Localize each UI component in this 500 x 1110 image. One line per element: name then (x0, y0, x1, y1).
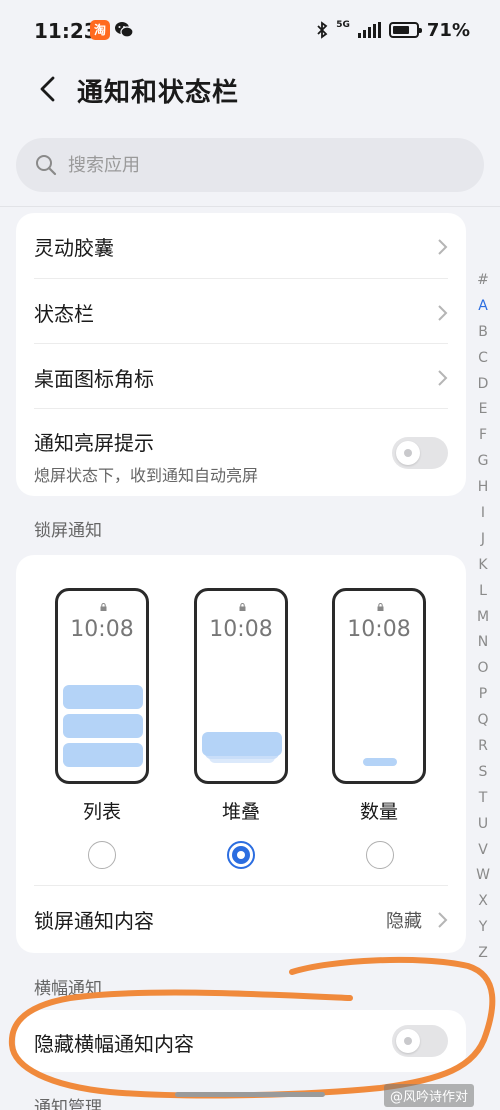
alphabet-index-letter[interactable]: A (472, 294, 494, 320)
page-title: 通知和状态栏 (77, 78, 240, 108)
lock-icon (239, 603, 246, 611)
count-style-preview[interactable]: 10:08 (332, 588, 426, 784)
alphabet-index-letter[interactable]: H (472, 475, 494, 501)
signal-icon (357, 22, 381, 38)
toggle-knob (396, 441, 420, 465)
section-label-lock-screen: 锁屏通知 (34, 521, 102, 541)
divider (34, 885, 448, 886)
notification-wake-toggle[interactable] (392, 437, 448, 469)
hide-banner-content-toggle[interactable] (392, 1025, 448, 1057)
alphabet-index-letter[interactable]: D (472, 372, 494, 398)
status-right: 5G 71% (316, 19, 470, 41)
battery-fill (392, 26, 409, 34)
mock-clock: 10:08 (347, 617, 411, 642)
alphabet-index-letter[interactable]: L (472, 579, 494, 605)
status-bar-row[interactable]: 状态栏 (34, 298, 448, 328)
divider (34, 408, 448, 409)
alphabet-index-letter[interactable]: U (472, 812, 494, 838)
row-label: 灵动胶囊 (34, 236, 114, 260)
dynamic-capsule-row[interactable]: 灵动胶囊 (34, 232, 448, 262)
stack-style-preview[interactable]: 10:08 (194, 588, 288, 784)
row-subtitle: 熄屏状态下，收到通知自动亮屏 (34, 466, 259, 485)
notification-count-bar (363, 758, 397, 766)
alphabet-index-letter[interactable]: Q (472, 708, 494, 734)
hide-banner-content-row: 隐藏横幅通知内容 (34, 1025, 448, 1058)
search-bar[interactable] (16, 138, 484, 192)
search-input[interactable] (68, 150, 448, 180)
home-indicator[interactable] (175, 1092, 325, 1097)
notification-bar (63, 743, 143, 767)
notification-wake-row: 通知亮屏提示 熄屏状态下，收到通知自动亮屏 (34, 427, 448, 485)
chevron-right-icon (438, 239, 448, 255)
section-label-banner: 横幅通知 (34, 979, 102, 999)
lock-icon (100, 603, 107, 611)
radio-stack[interactable] (227, 841, 255, 869)
alphabet-index-letter[interactable]: F (472, 423, 494, 449)
toggle-knob (396, 1029, 420, 1053)
mock-clock: 10:08 (209, 617, 273, 642)
alphabet-index-letter[interactable]: K (472, 553, 494, 579)
row-label: 通知亮屏提示 (34, 431, 154, 455)
lock-icon (377, 603, 384, 611)
lock-screen-content-row[interactable]: 锁屏通知内容 隐藏 (34, 905, 448, 935)
settings-card: 灵动胶囊 状态栏 桌面图标角标 通知亮屏提示 熄屏状态下，收到通知自动亮屏 (16, 213, 466, 496)
network-type: 5G (336, 19, 350, 30)
alphabet-index-letter[interactable]: W (472, 863, 494, 889)
divider (34, 278, 448, 279)
notification-stack-front (202, 732, 282, 756)
row-label: 隐藏横幅通知内容 (34, 1032, 194, 1056)
style-label-count: 数量 (359, 801, 398, 823)
wechat-icon (115, 22, 134, 38)
bluetooth-icon (317, 21, 328, 39)
alphabet-index-letter[interactable]: T (472, 786, 494, 812)
row-label: 桌面图标角标 (34, 367, 154, 391)
notification-bar (63, 714, 143, 738)
alphabet-index-letter[interactable]: O (472, 656, 494, 682)
alphabet-index-letter[interactable]: R (472, 734, 494, 760)
alphabet-index-letter[interactable]: # (472, 268, 494, 294)
section-label-notification-management: 通知管理 (34, 1098, 102, 1110)
alphabet-index-letter[interactable]: Z (472, 941, 494, 967)
battery-percent: 71% (426, 19, 470, 41)
divider (34, 343, 448, 344)
style-label-stack: 堆叠 (221, 801, 260, 823)
header-divider (0, 206, 500, 207)
alphabet-index-letter[interactable]: G (472, 449, 494, 475)
alphabet-index-letter[interactable]: B (472, 320, 494, 346)
status-time: 11:23 (34, 19, 98, 43)
chevron-right-icon (438, 305, 448, 321)
row-value: 隐藏 (386, 911, 422, 932)
banner-card: 隐藏横幅通知内容 (16, 1010, 466, 1072)
style-label-list: 列表 (82, 801, 121, 823)
alphabet-index-letter[interactable]: E (472, 397, 494, 423)
battery-icon (388, 22, 422, 38)
alphabet-index-letter[interactable]: C (472, 346, 494, 372)
watermark: @风吟诗作对 (384, 1084, 475, 1107)
alphabet-index-letter[interactable]: N (472, 630, 494, 656)
chevron-right-icon (438, 912, 448, 928)
back-arrow-icon[interactable] (34, 74, 64, 104)
taobao-icon: 淘 (90, 20, 110, 40)
alphabet-index-letter[interactable]: X (472, 889, 494, 915)
radio-list[interactable] (88, 841, 116, 869)
list-style-preview[interactable]: 10:08 (55, 588, 149, 784)
alphabet-index-letter[interactable]: J (472, 527, 494, 553)
search-icon (36, 155, 57, 176)
mock-clock: 10:08 (70, 617, 134, 642)
lock-screen-card: 10:08 10:08 10:08 列表 堆叠 数量 锁屏通知内容 隐藏 (16, 555, 466, 953)
row-label: 状态栏 (34, 302, 94, 326)
radio-count[interactable] (366, 841, 394, 869)
alphabet-index-letter[interactable]: M (472, 605, 494, 631)
alphabet-index-letter[interactable]: S (472, 760, 494, 786)
alphabet-index-letter[interactable]: I (472, 501, 494, 527)
alphabet-index-letter[interactable]: P (472, 682, 494, 708)
alphabet-index-letter[interactable]: V (472, 838, 494, 864)
alphabet-index[interactable]: # A B C D E F G H I J K L M N O P Q R S T U V W X Y Z (472, 268, 494, 967)
status-bar: 11:23 淘 5G 71% (0, 0, 500, 60)
notification-bar (63, 685, 143, 709)
chevron-right-icon (438, 370, 448, 386)
icon-badge-row[interactable]: 桌面图标角标 (34, 363, 448, 393)
alphabet-index-letter[interactable]: Y (472, 915, 494, 941)
